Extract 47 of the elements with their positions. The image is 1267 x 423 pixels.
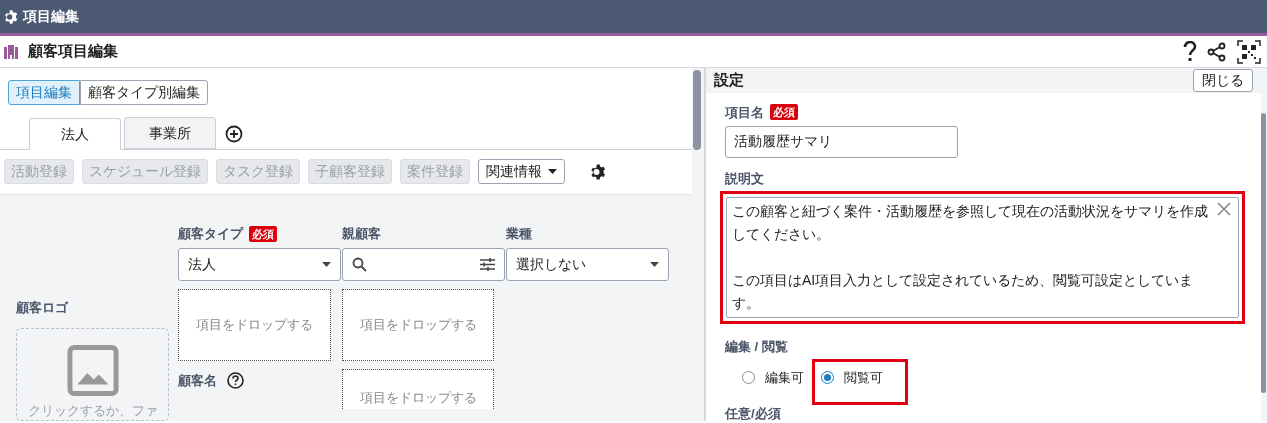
field-label: 顧客ロゴ <box>16 299 70 317</box>
field-label: 説明文 <box>725 170 765 188</box>
related-info-dropdown[interactable]: 関連情報 <box>478 159 565 184</box>
caret-icon <box>322 262 331 267</box>
field-label: 顧客タイプ <box>178 225 243 244</box>
upload-hint: クリックするか、ファ <box>27 401 158 420</box>
radio-option[interactable]: 閲覧可 <box>821 368 883 388</box>
field-label: 業種 <box>506 225 532 244</box>
select-field[interactable]: 選択しない <box>506 248 669 281</box>
close-button[interactable]: 閉じる <box>1193 68 1253 92</box>
window-title: 項目編集 <box>23 7 79 26</box>
building-icon <box>4 44 18 59</box>
gear-icon <box>3 8 19 25</box>
help-circle-icon[interactable] <box>227 372 244 390</box>
required-badge: 必須 <box>770 104 798 121</box>
item-name-field[interactable]: 活動履歴サマリ <box>725 126 958 158</box>
search-icon <box>352 257 367 272</box>
field-label: 顧客名 <box>178 372 217 390</box>
scrollbar-thumb[interactable] <box>1261 113 1266 393</box>
qr-code-icon[interactable] <box>1237 39 1261 64</box>
caret-icon <box>650 262 659 267</box>
mode-tab[interactable]: 顧客タイプ別編集 <box>80 80 208 105</box>
settings-icon[interactable] <box>589 162 607 181</box>
page-title: 顧客項目編集 <box>28 41 118 62</box>
search-field[interactable] <box>342 248 505 281</box>
drop-zone[interactable]: 項目をドロップする <box>178 289 331 361</box>
record-type-tab[interactable]: 事業所 <box>124 117 216 149</box>
scrollbar-thumb[interactable] <box>693 70 701 150</box>
mode-tab[interactable]: 項目編集 <box>8 80 80 105</box>
drop-zone[interactable]: 項目をドロップする <box>342 369 494 409</box>
required-badge: 必須 <box>249 226 277 242</box>
drop-zone[interactable]: 項目をドロップする <box>342 289 494 361</box>
add-circle-icon[interactable] <box>225 125 243 143</box>
field-label: 任意/必須 <box>725 406 782 421</box>
field-label: 編集 / 閲覧 <box>725 337 789 356</box>
record-type-tab[interactable]: 法人 <box>29 118 121 150</box>
caret-icon <box>548 169 557 174</box>
select-field[interactable]: 法人 <box>178 248 341 281</box>
filter-sliders-icon[interactable] <box>480 258 495 271</box>
panel-title: 設定 <box>714 70 744 90</box>
field-label: 親顧客 <box>342 225 381 244</box>
radio-option[interactable]: 編集可 <box>742 368 804 388</box>
help-icon[interactable] <box>1183 40 1197 63</box>
field-label: 項目名 <box>725 103 764 122</box>
description-field[interactable]: この顧客と紐づく案件・活動履歴を参照して現在の活動状況をサマリを作成してください。 この項目はAI項目入力として設定されているため、閲覧可設定としています。 <box>726 196 1239 318</box>
share-icon[interactable] <box>1207 41 1227 62</box>
close-icon[interactable] <box>1216 200 1232 217</box>
